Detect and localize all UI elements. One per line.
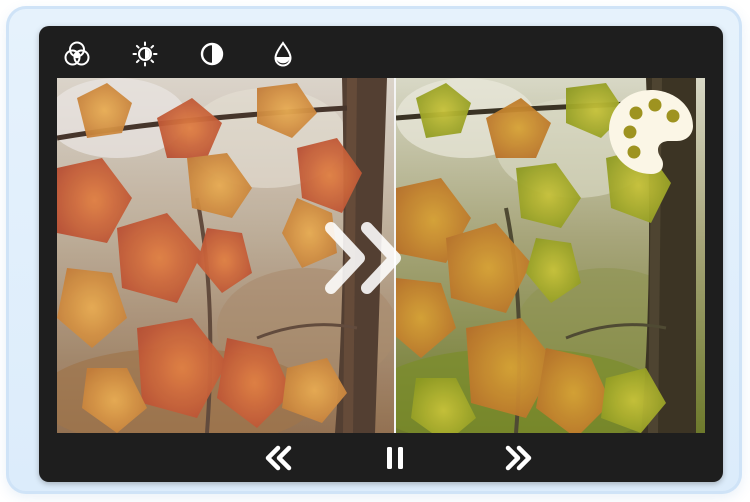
pause-icon bbox=[387, 447, 403, 469]
adjustment-toolbar bbox=[39, 26, 723, 78]
before-after-viewer[interactable] bbox=[57, 78, 705, 433]
palette-icon bbox=[609, 90, 693, 174]
rewind-button[interactable] bbox=[264, 443, 294, 473]
photo-editor-window bbox=[39, 26, 723, 482]
contrast-icon bbox=[200, 42, 224, 66]
brightness-button[interactable] bbox=[130, 39, 160, 69]
contrast-button[interactable] bbox=[197, 39, 227, 69]
device-outer-frame bbox=[6, 6, 742, 494]
brightness-icon bbox=[132, 41, 158, 67]
fast-forward-button[interactable] bbox=[503, 443, 533, 473]
rewind-icon bbox=[265, 445, 292, 471]
playback-controls bbox=[39, 433, 723, 482]
saturation-button[interactable] bbox=[268, 39, 298, 69]
color-channels-icon bbox=[64, 41, 90, 66]
double-chevron-right-icon[interactable] bbox=[325, 218, 403, 298]
pause-button[interactable] bbox=[380, 443, 410, 473]
saturation-drop-icon bbox=[274, 41, 292, 67]
fast-forward-icon bbox=[505, 445, 532, 471]
color-channels-button[interactable] bbox=[62, 39, 92, 69]
